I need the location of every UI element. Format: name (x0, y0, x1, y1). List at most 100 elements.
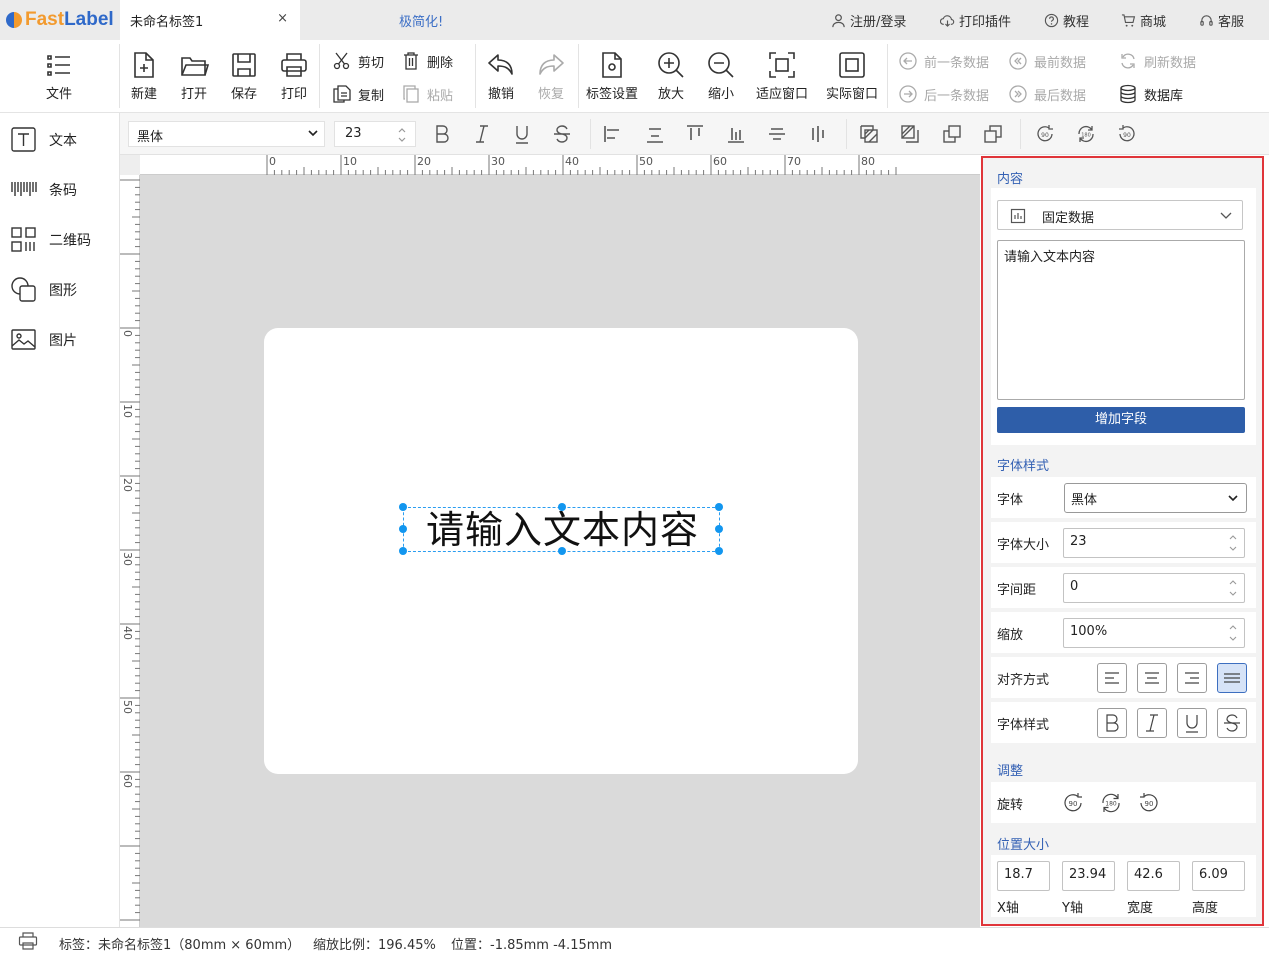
next-record-button[interactable]: 后一条数据 (898, 84, 989, 104)
actual-window-button[interactable]: 实际窗口 (822, 50, 882, 102)
resize-handle-left[interactable] (399, 525, 407, 533)
panel-bold-button[interactable] (1097, 708, 1127, 738)
ruler-label: 20 (121, 478, 134, 492)
resize-handle-top-left[interactable] (399, 503, 407, 511)
distribute-bottom-button[interactable] (725, 123, 747, 145)
rotate-180-button[interactable]: 180 (1075, 123, 1097, 145)
bold-button[interactable] (431, 123, 453, 145)
resize-handle-top-right[interactable] (715, 503, 723, 511)
letter-spacing-input[interactable]: 0 (1063, 573, 1245, 603)
align-center-v-button[interactable] (807, 123, 829, 145)
paste-button[interactable]: 粘贴 (401, 84, 453, 104)
y-position-input[interactable]: 23.94 (1062, 861, 1115, 891)
file-button[interactable]: 文件 (34, 50, 84, 102)
text-align-justify-button[interactable] (1217, 663, 1247, 693)
sidebar-item-barcode[interactable]: 条码 (10, 176, 77, 203)
image-icon (11, 329, 36, 350)
panel-underline-button[interactable] (1177, 708, 1207, 738)
height-input[interactable]: 6.09 (1192, 861, 1245, 891)
strikethrough-button[interactable] (551, 123, 573, 145)
text-content-textarea[interactable]: 请输入文本内容 (997, 240, 1245, 400)
close-tab-icon[interactable]: × (277, 11, 288, 26)
resize-handle-right[interactable] (715, 525, 723, 533)
italic-icon (1146, 714, 1158, 732)
rotate-label: 旋转 (997, 798, 1024, 813)
resize-handle-bottom-left[interactable] (399, 547, 407, 555)
font-select[interactable]: 黑体 (1064, 483, 1247, 513)
redo-button[interactable]: 恢复 (526, 50, 576, 102)
database-button[interactable]: 数据库 (1118, 84, 1183, 104)
scale-input[interactable]: 100% (1063, 618, 1245, 648)
align-top-button[interactable] (684, 123, 706, 145)
align-bottom-button[interactable] (644, 123, 666, 145)
save-button[interactable]: 保存 (219, 50, 269, 102)
svg-text:90: 90 (1041, 132, 1049, 139)
font-size-stepper[interactable]: 23 (334, 121, 416, 147)
data-source-select[interactable]: 固定数据 (997, 200, 1243, 230)
prev-record-button[interactable]: 前一条数据 (898, 51, 989, 71)
copy-button[interactable]: 复制 (332, 84, 384, 104)
resize-handle-bottom-right[interactable] (715, 547, 723, 555)
open-button[interactable]: 打开 (169, 50, 219, 102)
text-align-left-button[interactable] (1097, 663, 1127, 693)
cut-button[interactable]: 剪切 (332, 51, 384, 71)
bring-forward-button[interactable] (941, 123, 963, 145)
title-bar: FastLabel 未命名标签1 × 极简化! 注册/登录 打印插件 教程 商城… (0, 0, 1269, 40)
rotate-90-button[interactable]: 90 (1034, 123, 1056, 145)
store-link[interactable]: 商城 (1121, 11, 1166, 30)
italic-button[interactable] (471, 123, 493, 145)
logo-icon (6, 12, 22, 28)
undo-button[interactable]: 撤销 (476, 50, 526, 102)
stepper-arrows-icon[interactable] (1228, 577, 1238, 599)
rotate-ccw-90-button[interactable]: 90 (1116, 123, 1138, 145)
customer-service-link[interactable]: 客服 (1199, 11, 1244, 30)
add-field-button[interactable]: 增加字段 (997, 407, 1245, 433)
panel-italic-button[interactable] (1137, 708, 1167, 738)
stepper-arrows-icon[interactable] (1228, 532, 1238, 554)
x-axis-label: X轴 (997, 901, 1019, 916)
stepper-arrows-icon[interactable] (397, 125, 407, 145)
stepper-arrows-icon[interactable] (1228, 622, 1238, 644)
simplify-mode-link[interactable]: 极简化! (399, 11, 443, 30)
text-align-center-button[interactable] (1137, 663, 1167, 693)
panel-rotate-180-button[interactable]: 180 (1098, 790, 1124, 816)
selected-text-element[interactable]: 请输入文本内容 (399, 503, 723, 555)
sidebar-item-image[interactable]: 图片 (10, 326, 77, 353)
align-left-button[interactable] (602, 123, 624, 145)
width-input[interactable]: 42.6 (1127, 861, 1180, 891)
font-family-select[interactable]: 黑体 (128, 121, 325, 147)
new-button[interactable]: 新建 (119, 50, 169, 102)
panel-rotate-ccw-90-button[interactable]: 90 (1136, 790, 1162, 816)
panel-rotate-90-button[interactable]: 90 (1060, 790, 1086, 816)
x-position-input[interactable]: 18.7 (997, 861, 1050, 891)
tutorial-link[interactable]: 教程 (1044, 11, 1089, 30)
send-backward-button[interactable] (982, 123, 1004, 145)
first-record-button[interactable]: 最前数据 (1008, 51, 1086, 71)
print-button[interactable]: 打印 (269, 50, 319, 102)
font-size-input[interactable]: 23 (1063, 528, 1245, 558)
align-bottom-icon (647, 128, 663, 143)
refresh-data-button[interactable]: 刷新数据 (1118, 51, 1196, 71)
label-settings-button[interactable]: 标签设置 (586, 50, 638, 102)
app-logo: FastLabel (0, 0, 120, 40)
zoom-in-button[interactable]: 放大 (646, 50, 696, 102)
sidebar-item-qrcode[interactable]: 二维码 (10, 226, 91, 253)
resize-handle-top[interactable] (558, 503, 566, 511)
underline-button[interactable] (511, 123, 533, 145)
text-align-right-button[interactable] (1177, 663, 1207, 693)
bring-front-button[interactable] (858, 123, 880, 145)
login-link[interactable]: 注册/登录 (831, 11, 906, 30)
print-plugin-link[interactable]: 打印插件 (940, 11, 1011, 30)
align-center-h-button[interactable] (766, 123, 788, 145)
fit-window-button[interactable]: 适应窗口 (752, 50, 812, 102)
resize-handle-bottom[interactable] (558, 547, 566, 555)
document-tab[interactable]: 未命名标签1 × (120, 0, 300, 40)
sidebar-item-shape[interactable]: 图形 (10, 276, 77, 303)
sidebar-item-text[interactable]: 文本 (10, 126, 77, 153)
zoom-out-button[interactable]: 缩小 (696, 50, 746, 102)
delete-button[interactable]: 删除 (401, 51, 453, 71)
zoom-out-icon (708, 52, 734, 78)
send-back-button[interactable] (899, 123, 921, 145)
panel-strikethrough-button[interactable] (1217, 708, 1247, 738)
last-record-button[interactable]: 最后数据 (1008, 84, 1086, 104)
